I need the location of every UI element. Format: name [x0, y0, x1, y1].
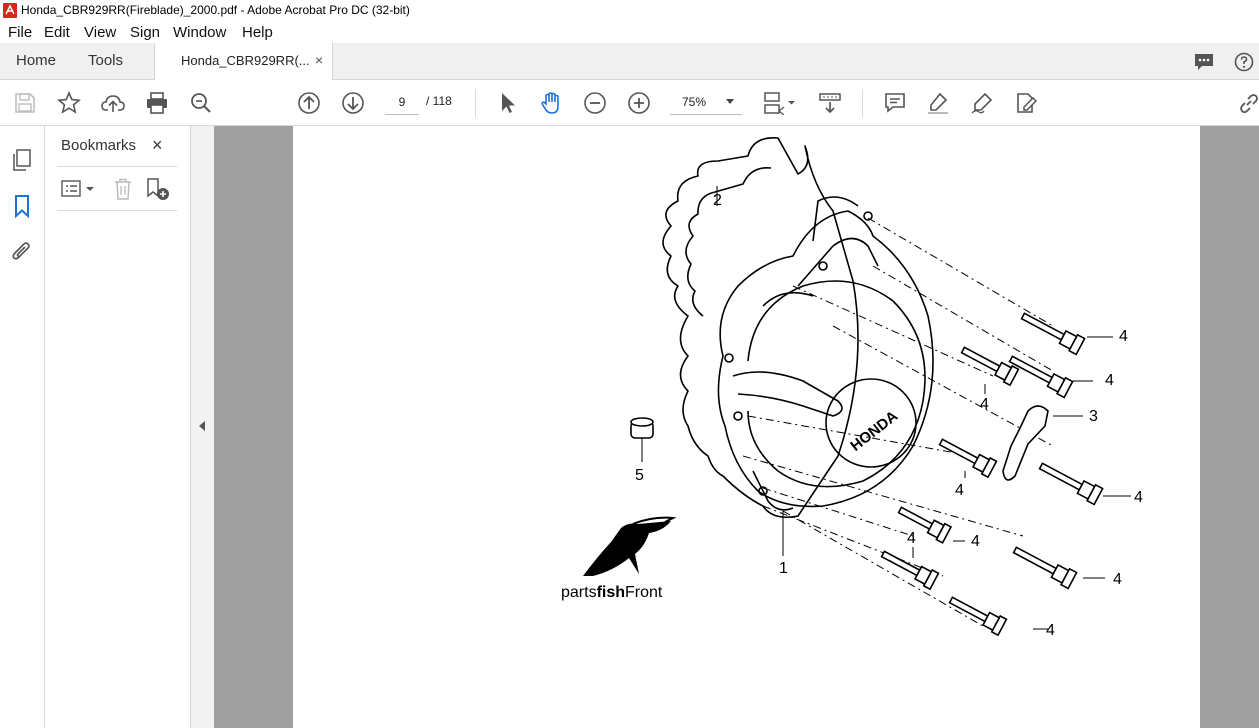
callout-label: 4 — [1105, 372, 1114, 389]
highlighter-icon[interactable] — [926, 91, 950, 115]
tab-tools[interactable]: Tools — [88, 52, 123, 69]
tab-document-label: Honda_CBR929RR(... — [181, 53, 310, 68]
add-bookmark-icon[interactable] — [145, 177, 171, 201]
scroll-mode-icon[interactable] — [818, 91, 842, 115]
tab-bar: Home Tools Honda_CBR929RR(... × — [0, 43, 1259, 80]
callout-label: 4 — [1134, 489, 1143, 506]
bookmark-options-icon[interactable] — [61, 177, 97, 201]
print-icon[interactable] — [145, 91, 169, 115]
menu-help[interactable]: Help — [242, 24, 273, 41]
menu-window[interactable]: Window — [173, 24, 226, 41]
close-panel-icon[interactable]: × — [152, 135, 163, 156]
title-bar: Honda_CBR929RR(Fireblade)_2000.pdf - Ado… — [0, 0, 1259, 23]
toolbar-divider — [862, 89, 863, 117]
dowel-pin — [630, 417, 654, 439]
zoom-level-select[interactable]: 75% — [670, 90, 742, 115]
panel-divider — [57, 166, 177, 167]
acrobat-app-icon — [3, 3, 17, 18]
bolt — [1020, 312, 1086, 356]
chevron-down-icon — [726, 99, 734, 104]
cloud-upload-icon[interactable] — [101, 91, 125, 115]
callout-label: 4 — [1046, 622, 1055, 639]
bolt — [938, 438, 998, 479]
bookmark-star-icon[interactable] — [57, 91, 81, 115]
callout-label: 5 — [635, 467, 644, 484]
bookmarks-panel-title: Bookmarks — [61, 137, 137, 154]
bookmarks-icon[interactable] — [10, 194, 34, 218]
bookmarks-panel: Bookmarks × — [45, 126, 189, 728]
callout-label: 2 — [713, 192, 722, 209]
sign-pen-icon[interactable] — [970, 91, 994, 115]
window-title: Honda_CBR929RR(Fireblade)_2000.pdf - Ado… — [21, 3, 410, 17]
share-link-icon[interactable] — [1237, 91, 1259, 115]
callout-label: 4 — [971, 533, 980, 550]
menu-file[interactable]: File — [8, 24, 32, 41]
toolbar-divider — [475, 89, 476, 117]
bolt — [948, 596, 1008, 637]
partsfish-logo-icon — [583, 521, 671, 576]
bolt — [1012, 546, 1078, 590]
page-thumbnails-icon[interactable] — [10, 148, 34, 172]
pdf-page: HONDA 2 4 4 4 3 5 4 4 4 4 1 4 4 partsfis… — [293, 126, 1200, 728]
tab-document[interactable]: Honda_CBR929RR(... × — [154, 43, 333, 80]
fill-sign-icon[interactable] — [1014, 91, 1038, 115]
menu-sign[interactable]: Sign — [130, 24, 160, 41]
hand-tool-icon[interactable] — [539, 91, 563, 115]
honda-emblem-text: HONDA — [847, 408, 901, 455]
page-number-input[interactable]: 9 — [385, 90, 419, 115]
zoom-out-icon[interactable] — [583, 91, 607, 115]
menu-edit[interactable]: Edit — [44, 24, 70, 41]
callout-label: 4 — [1113, 571, 1122, 588]
navigation-rail — [0, 126, 45, 728]
bolt — [1038, 462, 1104, 506]
previous-page-icon[interactable] — [297, 91, 321, 115]
callout-label: 4 — [980, 396, 989, 413]
menu-view[interactable]: View — [84, 24, 116, 41]
next-page-icon[interactable] — [341, 91, 365, 115]
document-viewport[interactable]: HONDA 2 4 4 4 3 5 4 4 4 4 1 4 4 partsfis… — [214, 126, 1259, 728]
delete-bookmark-icon[interactable] — [112, 177, 134, 201]
zoom-level-value: 75% — [682, 95, 707, 109]
callout-label: 3 — [1089, 408, 1098, 425]
parts-diagram: HONDA — [583, 137, 1131, 637]
comment-icon[interactable] — [883, 91, 907, 115]
zoom-search-icon[interactable] — [189, 91, 213, 115]
bolt — [897, 506, 953, 544]
panel-divider — [57, 210, 177, 211]
select-cursor-icon[interactable] — [496, 91, 520, 115]
partsfish-logo-text: partsfishFront — [561, 584, 663, 601]
main-toolbar: 9 / 118 75% — [0, 80, 1259, 126]
panel-splitter[interactable] — [190, 126, 214, 728]
save-icon[interactable] — [13, 91, 37, 115]
callout-label: 1 — [779, 560, 788, 577]
tab-home[interactable]: Home — [16, 52, 56, 69]
help-icon[interactable] — [1234, 52, 1254, 72]
page-layout-icon[interactable] — [763, 91, 797, 115]
bolt — [960, 346, 1020, 387]
callout-label: 4 — [907, 530, 916, 547]
gasket-outline — [662, 137, 859, 519]
comment-bubble-icon[interactable] — [1193, 52, 1215, 72]
collapse-panel-arrow-icon[interactable] — [199, 421, 205, 431]
attachments-paperclip-icon[interactable] — [10, 240, 34, 264]
close-tab-icon[interactable]: × — [315, 52, 323, 68]
callout-label: 4 — [1119, 328, 1128, 345]
page-total: / 118 — [426, 94, 452, 108]
menu-bar: File Edit View Sign Window Help — [0, 22, 1259, 43]
callout-label: 4 — [955, 482, 964, 499]
zoom-in-icon[interactable] — [627, 91, 651, 115]
